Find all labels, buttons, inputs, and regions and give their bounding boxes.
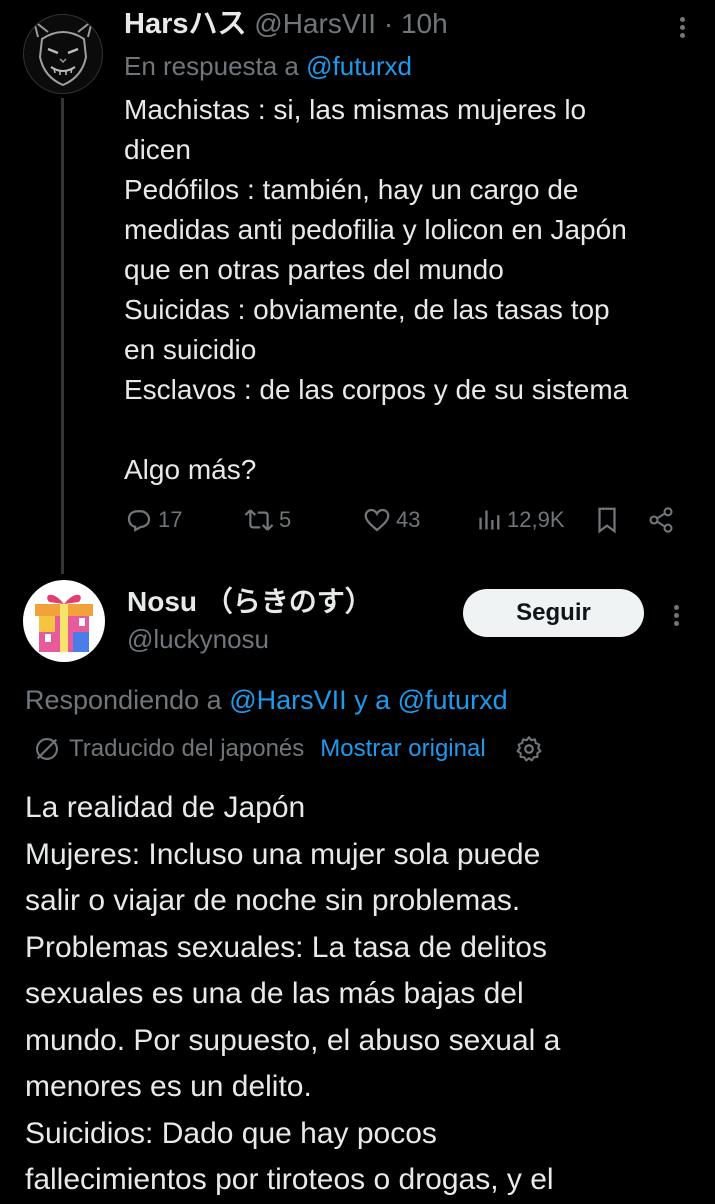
translated-label: Traducido del japonés (69, 735, 305, 762)
share-icon[interactable] (647, 505, 675, 535)
reply-to-link[interactable]: @HarsVII y a @futurxd (229, 685, 507, 715)
more-icon[interactable] (677, 14, 687, 41)
retweet-icon (244, 509, 274, 531)
tweet2-line: Mujeres: Incluso una mujer sola puede (25, 837, 541, 871)
tweet1-line: Algo más? (124, 454, 257, 485)
tweet1-handle[interactable]: @HarsVII (254, 8, 376, 39)
tweet2-handle[interactable]: @luckynosu (127, 622, 269, 656)
tweet1-line: Suicidas : obviamente, de las tasas top (124, 294, 610, 325)
tweet2-line: mundo. Por supuesto, el abuso sexual a (25, 1023, 561, 1057)
like-action[interactable]: 43 (362, 505, 420, 535)
bookmark-icon[interactable] (593, 505, 621, 535)
tweet1-time[interactable]: · 10h (384, 8, 448, 39)
tweet1-line: Pedófilos : también, hay un cargo de (124, 174, 579, 205)
reply-prefix: En respuesta a (124, 51, 299, 81)
views-count: 12,9K (507, 507, 565, 532)
reply-count: 17 (158, 507, 183, 532)
tweet1-header: Harsハス @HarsVII · 10h (124, 6, 448, 42)
tweet2-line: Suicidios: Dado que hay pocos (25, 1116, 437, 1150)
tweet2-line: La realidad de Japón (25, 791, 306, 824)
tweet2-display-name[interactable]: Nosu （らきのす） (127, 584, 373, 620)
translate-icon (36, 738, 58, 760)
reply-action[interactable]: 17 (124, 505, 182, 535)
views-action[interactable]: 12,9K (477, 505, 565, 535)
reply-to-link[interactable]: @futurxd (306, 51, 412, 81)
oni-mask-avatar[interactable] (23, 14, 103, 94)
gift-avatar[interactable] (23, 580, 105, 662)
tweet1-line: que en otras partes del mundo (124, 254, 504, 285)
tweet2-reply-context: Respondiendo a @HarsVII y a @futurxd (25, 682, 508, 718)
tweet1-line: Machistas : si, las mismas mujeres lo (124, 94, 587, 125)
tweet1-display-name[interactable]: Harsハス (124, 8, 247, 40)
more-icon[interactable] (671, 602, 681, 629)
tweet2-line: salir o viajar de noche sin problemas. (25, 884, 521, 917)
thread-line (61, 98, 64, 574)
tweet2-text: La realidad de Japón Mujeres: Incluso un… (25, 785, 560, 1204)
like-count: 43 (396, 507, 421, 532)
retweet-action[interactable]: 5 (243, 505, 291, 535)
like-icon (364, 508, 390, 532)
tweet2-line: Problemas sexuales: La tasa de delitos (25, 930, 547, 964)
tweet1-reply-context: En respuesta a @futurxd (124, 48, 412, 84)
translation-bar: Traducido del japonés Mostrar original (33, 732, 544, 766)
tweet2-line: fallecimientos por tiroteos o drogas, y … (25, 1163, 554, 1196)
tweet1-line: Esclavos : de las corpos y de su sistema (124, 374, 629, 405)
tweet1-line: dicen (124, 134, 191, 165)
follow-button[interactable]: Seguir (463, 589, 644, 637)
reply-icon (127, 510, 151, 532)
tweet1-line (124, 410, 628, 450)
tweet1-line: medidas anti pedofilia y lolicon en Japó… (124, 214, 627, 245)
tweet2-line: sexuales es una de las más bajas del (25, 977, 524, 1010)
tweet1-line: en suicidio (124, 334, 257, 365)
gear-icon[interactable] (514, 734, 544, 764)
tweet1-text: Machistas : si, las mismas mujeres lo di… (124, 90, 628, 490)
reply-prefix: Respondiendo a (25, 685, 222, 715)
tweet2-line: menores es un delito. (25, 1070, 312, 1103)
retweet-count: 5 (279, 507, 292, 532)
views-icon (479, 510, 500, 530)
show-original-link[interactable]: Mostrar original (320, 732, 485, 766)
